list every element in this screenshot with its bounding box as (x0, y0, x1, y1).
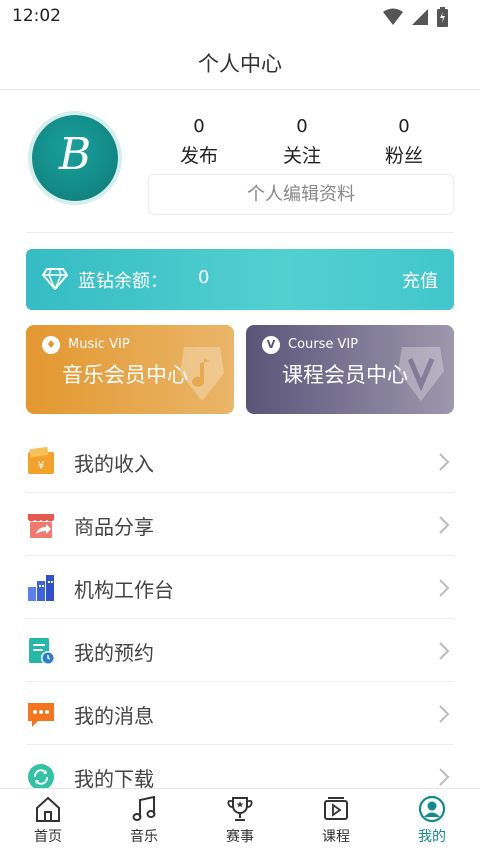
chevron-right-icon (439, 579, 450, 597)
course-video-icon (324, 797, 348, 820)
nav-music[interactable]: 音乐 (96, 789, 192, 853)
vip-v-icon: V (262, 336, 280, 354)
status-time: 12:02 (12, 6, 61, 26)
stat-label: 关注 (282, 145, 321, 167)
nav-label: 音乐 (130, 829, 158, 845)
vip-diamond-icon: ♦ (42, 336, 60, 354)
vip-card-title: 音乐会员中心 (62, 363, 188, 387)
chevron-right-icon (439, 705, 450, 723)
music-note-icon (132, 795, 156, 821)
stat-value: 0 (398, 116, 410, 137)
music-vip-card[interactable]: ♦ Music VIP 音乐会员中心 (26, 325, 234, 414)
chevron-right-icon (439, 768, 450, 786)
home-icon (36, 796, 60, 822)
divider (26, 232, 454, 233)
stat-fans[interactable]: 0 粉丝 (364, 116, 444, 168)
wifi-icon (383, 8, 403, 25)
nav-home[interactable]: 首页 (0, 789, 96, 853)
stat-value: 0 (193, 116, 205, 137)
nav-label: 首页 (34, 829, 62, 845)
menu-item-income[interactable]: ¥ 我的收入 (26, 430, 454, 493)
status-bar: 12:02 (0, 0, 480, 34)
bottom-nav: 首页 音乐 赛事 课程 我的 (0, 788, 480, 853)
menu-label: 我的预约 (74, 641, 154, 665)
stat-value: 0 (296, 116, 308, 137)
profile-icon (418, 795, 446, 823)
edit-profile-button[interactable]: 个人编辑资料 (148, 174, 454, 215)
nav-events[interactable]: 赛事 (192, 789, 288, 853)
nav-label: 赛事 (226, 829, 254, 845)
status-icons (383, 7, 448, 27)
message-icon (28, 703, 54, 727)
vip-card-subtitle: Course VIP (288, 337, 359, 352)
page-title: 个人中心 (198, 52, 282, 76)
stat-label: 发布 (179, 145, 218, 167)
vip-card-title: 课程会员中心 (282, 363, 408, 387)
wallet-icon: ¥ (28, 447, 54, 474)
avatar-letter: B (58, 129, 92, 180)
menu-item-workbench[interactable]: 机构工作台 (26, 556, 454, 619)
menu-label: 我的消息 (74, 704, 154, 728)
stat-label: 粉丝 (384, 145, 423, 167)
avatar[interactable]: B (32, 115, 118, 201)
menu-item-appointment[interactable]: 我的预约 (26, 619, 454, 682)
battery-icon (437, 7, 448, 27)
stat-following[interactable]: 0 关注 (262, 116, 342, 168)
nav-courses[interactable]: 课程 (288, 789, 384, 853)
menu-item-messages[interactable]: 我的消息 (26, 682, 454, 745)
stat-posts[interactable]: 0 发布 (159, 116, 239, 168)
appointment-icon (29, 638, 55, 665)
nav-label: 课程 (322, 829, 350, 845)
course-tag-icon (398, 347, 444, 401)
diamond-icon (42, 268, 68, 290)
nav-profile[interactable]: 我的 (384, 789, 480, 853)
svg-text:¥: ¥ (38, 459, 45, 472)
signal-icon (412, 9, 428, 25)
balance-value: 0 (198, 267, 210, 288)
chevron-right-icon (439, 516, 450, 534)
recharge-button[interactable]: 充值 (402, 267, 438, 293)
balance-bar[interactable]: 蓝钻余额： 0 充值 (26, 249, 454, 310)
balance-label: 蓝钻余额： (78, 271, 168, 292)
menu-label: 机构工作台 (74, 578, 174, 602)
course-vip-card[interactable]: V Course VIP 课程会员中心 (246, 325, 454, 414)
shop-share-icon (28, 514, 54, 538)
menu-label: 我的收入 (74, 452, 154, 476)
vip-card-subtitle: Music VIP (68, 337, 130, 352)
chevron-right-icon (439, 642, 450, 660)
music-tag-icon (180, 347, 224, 401)
chevron-right-icon (439, 453, 450, 471)
nav-label: 我的 (418, 829, 446, 845)
buildings-icon (28, 575, 54, 601)
trophy-icon (227, 797, 253, 821)
title-bar: 个人中心 (0, 34, 480, 90)
menu-label: 商品分享 (74, 515, 154, 539)
menu-item-share[interactable]: 商品分享 (26, 493, 454, 556)
